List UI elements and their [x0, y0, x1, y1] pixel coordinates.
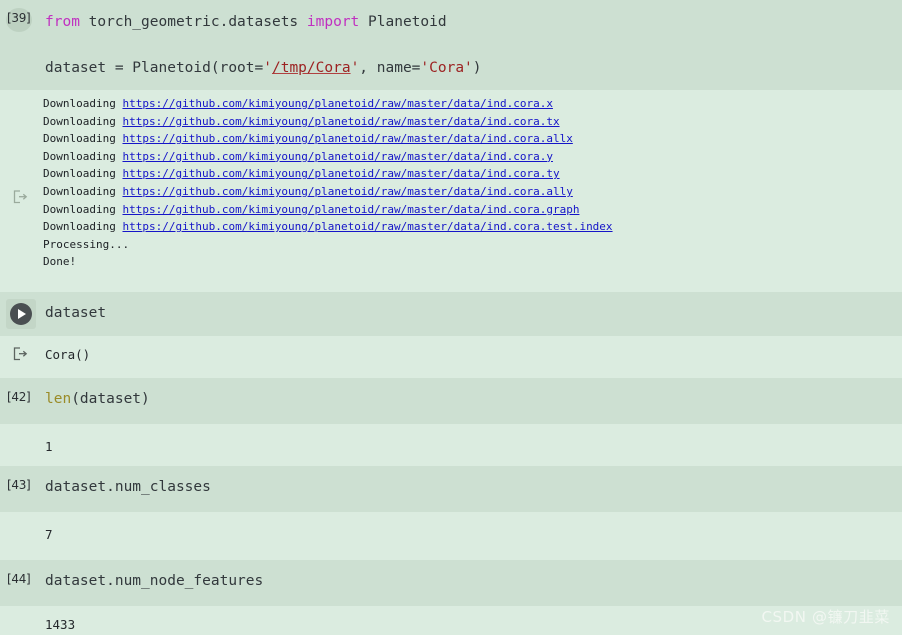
code-line-num-classes[interactable]: dataset.num_classes	[45, 480, 211, 495]
download-log-line: Downloading https://github.com/kimiyoung…	[43, 113, 613, 131]
code-cell-import[interactable]: [39] from torch_geometric.datasets impor…	[0, 0, 902, 90]
code-line-dataset[interactable]: dataset	[45, 306, 106, 321]
code-cell-dataset[interactable]: dataset	[0, 292, 902, 336]
code-cell-num-node-features[interactable]: [44] dataset.num_node_features	[0, 560, 902, 606]
download-log-line: Downloading https://github.com/kimiyoung…	[43, 201, 613, 219]
exec-count-43[interactable]: [43]	[7, 478, 31, 492]
output-value-num-node-features: 1433	[45, 617, 76, 632]
download-log-line: Processing...	[43, 236, 613, 254]
code-token-0-1: torch_geometric.datasets	[79, 14, 307, 30]
download-log-line: Downloading https://github.com/kimiyoung…	[43, 130, 613, 148]
code-token-1-0: dataset = Planetoid(root=	[45, 60, 264, 76]
code-token-builtin-len: len	[45, 391, 72, 407]
code-token-0-0: from	[45, 14, 80, 30]
output-value-len: 1	[45, 439, 53, 454]
output-arrow-icon	[13, 347, 29, 361]
code-line-len[interactable]: len(dataset)	[45, 392, 150, 407]
download-log-prefix: Downloading	[43, 184, 123, 198]
download-url-link[interactable]: https://github.com/kimiyoung/planetoid/r…	[122, 167, 559, 180]
download-url-link[interactable]: https://github.com/kimiyoung/planetoid/r…	[122, 220, 612, 233]
exec-count-42[interactable]: [42]	[7, 390, 31, 404]
output-cora: Cora()	[0, 336, 902, 378]
csdn-watermark: CSDN @镰刀韭菜	[761, 608, 890, 626]
download-log-prefix: Downloading	[43, 202, 123, 216]
download-log-prefix: Downloading	[43, 220, 123, 234]
download-log-line: Downloading https://github.com/kimiyoung…	[43, 95, 613, 113]
output-value-num-classes: 7	[45, 527, 53, 542]
code-line-num-node-features[interactable]: dataset.num_node_features	[45, 574, 263, 589]
notebook-container: [39] from torch_geometric.datasets impor…	[0, 0, 902, 635]
code-token-0-3: Planetoid	[359, 14, 447, 30]
code-token-1-3: '	[350, 60, 360, 76]
code-token-1-4: , name=	[359, 60, 421, 76]
output-value-cora: Cora()	[45, 347, 91, 362]
download-log-prefix: Processing...	[43, 237, 130, 251]
download-url-link[interactable]: https://github.com/kimiyoung/planetoid/r…	[122, 97, 552, 110]
download-url-link[interactable]: https://github.com/kimiyoung/planetoid/r…	[122, 115, 559, 128]
download-log-prefix: Downloading	[43, 97, 123, 110]
code-token-len-args: (dataset)	[71, 391, 150, 407]
output-num-classes: 7	[0, 512, 902, 560]
code-token-0-2: import	[306, 14, 360, 30]
exec-count-44[interactable]: [44]	[7, 572, 31, 586]
download-log-prefix: Downloading	[43, 167, 123, 181]
download-url-link[interactable]: https://github.com/kimiyoung/planetoid/r…	[122, 185, 572, 198]
code-line-planetoid[interactable]: dataset = Planetoid(root='/tmp/Cora', na…	[45, 61, 482, 76]
code-token-1-2: /tmp/Cora	[271, 60, 351, 76]
code-token-1-1: '	[263, 60, 272, 76]
code-cell-len[interactable]: [42] len(dataset)	[0, 378, 902, 424]
download-log-line: Done!	[43, 253, 613, 271]
code-token-1-5: 'Cora'	[420, 60, 473, 76]
download-url-link[interactable]: https://github.com/kimiyoung/planetoid/r…	[122, 132, 572, 145]
download-log-prefix: Downloading	[43, 149, 123, 163]
download-log-prefix: Downloading	[43, 114, 123, 128]
download-log-prefix: Downloading	[43, 132, 123, 146]
download-log-line: Downloading https://github.com/kimiyoung…	[43, 183, 613, 201]
download-log-lines: Downloading https://github.com/kimiyoung…	[43, 95, 613, 271]
download-log-line: Downloading https://github.com/kimiyoung…	[43, 165, 613, 183]
download-url-link[interactable]: https://github.com/kimiyoung/planetoid/r…	[122, 150, 552, 163]
play-icon[interactable]	[10, 303, 32, 325]
code-cell-num-classes[interactable]: [43] dataset.num_classes	[0, 466, 902, 512]
exec-count-39[interactable]: [39]	[7, 11, 31, 25]
code-line-import[interactable]: from torch_geometric.datasets import Pla…	[45, 15, 447, 30]
download-log-line: Downloading https://github.com/kimiyoung…	[43, 148, 613, 166]
output-download-log: Downloading https://github.com/kimiyoung…	[0, 90, 902, 292]
download-url-link[interactable]: https://github.com/kimiyoung/planetoid/r…	[122, 203, 579, 216]
output-len: 1	[0, 424, 902, 466]
output-arrow-icon	[13, 190, 29, 204]
download-log-line: Downloading https://github.com/kimiyoung…	[43, 218, 613, 236]
run-cell-button[interactable]	[6, 299, 36, 329]
code-token-1-6: )	[472, 60, 482, 76]
download-log-prefix: Done!	[43, 255, 77, 269]
